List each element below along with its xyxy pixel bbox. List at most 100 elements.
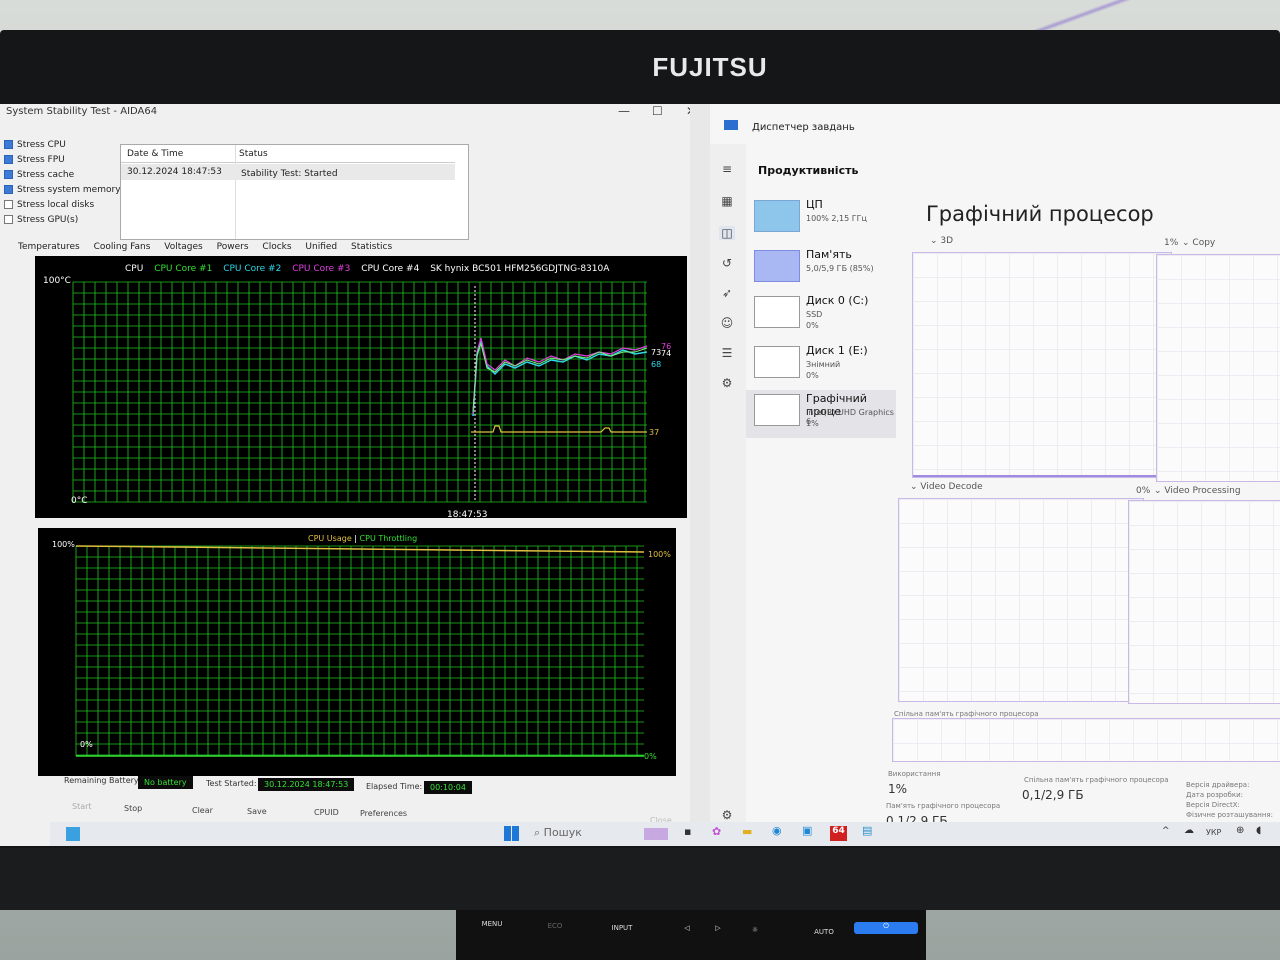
services-icon[interactable]: ⚙ — [719, 376, 735, 390]
memory-thumbnail — [754, 250, 800, 282]
cpu-usage-graph: CPU Usage | CPU Throttling 100% 0% 100% … — [38, 528, 676, 776]
perf-item-sub: SSD — [806, 310, 823, 319]
startup-apps-icon[interactable]: ➶ — [719, 286, 735, 300]
hw-right-button[interactable]: ▷ — [708, 924, 728, 932]
monitor-hw-buttons: MENU ECO INPUT ◁ ▷ ☼ AUTO ⏻ — [458, 914, 918, 938]
tray-chevron-icon[interactable]: ^ — [1162, 826, 1170, 836]
engine-vdecode-selector[interactable]: ⌄ Video Decode — [910, 482, 983, 492]
task-view-icon[interactable]: ▪ — [684, 825, 691, 838]
performance-icon[interactable]: ◫ — [719, 226, 735, 240]
hw-power-button[interactable]: ⏻ — [854, 922, 918, 934]
graph-copy — [1156, 254, 1280, 482]
engine-vproc-label: Video Processing — [1164, 486, 1241, 496]
usage-value: 1% — [888, 782, 908, 796]
hw-brightness-button[interactable]: ☼ — [740, 926, 770, 934]
temperature-graph-svg — [72, 281, 648, 503]
clear-button[interactable]: Clear — [192, 806, 213, 815]
start-windows-icon[interactable] — [504, 826, 519, 841]
perf-item-cpu[interactable]: ЦП 100% 2,15 ГГц — [746, 196, 896, 244]
usage-legend: CPU Usage | CPU Throttling — [308, 534, 417, 543]
edge-browser-icon[interactable]: ◉ — [772, 824, 782, 837]
stress-cpu-checkbox[interactable]: Stress CPU — [4, 140, 121, 150]
status-table: Date & Time Status 30.12.2024 18:47:53 S… — [120, 144, 469, 240]
tab-statistics[interactable]: Statistics — [351, 242, 392, 252]
legend-core3[interactable]: CPU Core #3 — [292, 264, 350, 274]
stress-gpu-label: Stress GPU(s) — [17, 215, 79, 225]
preferences-button[interactable]: Preferences — [360, 809, 407, 818]
engine-3d-selector[interactable]: ⌄ 3D — [930, 236, 953, 246]
temperature-graph: CPU CPU Core #1 CPU Core #2 CPU Core #3 … — [35, 256, 687, 520]
settings-gear-icon[interactable]: ⚙ — [719, 808, 735, 822]
engine-3d-label: 3D — [940, 236, 954, 246]
task-manager-taskbar-icon[interactable]: ▤ — [862, 824, 872, 837]
speaker-icon[interactable]: ◖ — [1256, 825, 1261, 836]
hw-input-button[interactable]: INPUT — [602, 924, 642, 932]
location-label: Фізичне розташування: — [1186, 811, 1273, 819]
shared-memory-label-2: Спільна пам'ять графічного процесора — [1024, 776, 1169, 784]
shared-memory-value: 0,1/2,9 ГБ — [1022, 788, 1084, 802]
tab-clocks[interactable]: Clocks — [262, 242, 291, 252]
graph-tabs: Temperatures Cooling Fans Voltages Power… — [18, 242, 403, 252]
stress-memory-checkbox[interactable]: Stress system memory — [4, 185, 121, 195]
stop-button[interactable]: Stop — [124, 804, 142, 813]
hw-auto-button[interactable]: AUTO — [804, 928, 844, 936]
stress-disks-checkbox[interactable]: Stress local disks — [4, 200, 121, 210]
aida64-taskbar-icon[interactable]: 64 — [830, 826, 847, 841]
engine-copy-selector[interactable]: ⌄ Copy — [1182, 238, 1215, 248]
perf-item-disk0[interactable]: Диск 0 (C:) SSD 0% — [746, 292, 896, 340]
tab-cooling-fans[interactable]: Cooling Fans — [94, 242, 151, 252]
hw-left-button[interactable]: ◁ — [672, 924, 702, 932]
engine-vproc-selector[interactable]: ⌄ Video Processing — [1154, 486, 1241, 496]
graph-video-processing — [1128, 500, 1280, 704]
minimize-button[interactable]: — — [618, 104, 630, 118]
taskbar-search[interactable]: ⌕ Пошук — [534, 826, 582, 840]
legend-cpu-throttling[interactable]: CPU Throttling — [360, 534, 418, 543]
legend-core2[interactable]: CPU Core #2 — [223, 264, 281, 274]
driver-version-label: Версія драйвера: — [1186, 781, 1250, 789]
perf-item-name: ЦП — [806, 198, 823, 211]
perf-item-name: Диск 1 (E:) — [806, 344, 868, 357]
save-button[interactable]: Save — [247, 807, 267, 816]
tab-voltages[interactable]: Voltages — [164, 242, 202, 252]
hw-menu-button[interactable]: MENU — [472, 920, 512, 928]
hamburger-menu-icon[interactable]: ≡ — [719, 162, 735, 176]
users-icon[interactable]: ☺ — [719, 316, 735, 330]
tab-powers[interactable]: Powers — [217, 242, 249, 252]
section-title: Продуктивність — [758, 164, 859, 177]
stress-gpu-checkbox[interactable]: Stress GPU(s) — [4, 215, 121, 225]
taskbar-widget-icon[interactable] — [644, 828, 668, 840]
legend-cpu-usage[interactable]: CPU Usage — [308, 534, 352, 543]
taskmgr-title: Диспетчер завдань — [752, 122, 855, 133]
perf-item-gpu[interactable]: Графічний проце Intel(R) UHD Graphics 6 … — [746, 390, 896, 438]
hw-eco-button[interactable]: ECO — [540, 922, 570, 930]
test-started-label: Test Started: — [206, 779, 257, 788]
perf-item-sub: Знімний — [806, 360, 841, 369]
network-icon[interactable]: ☁ — [1184, 825, 1194, 836]
perf-item-memory[interactable]: Пам'ять 5,0/5,9 ГБ (85%) — [746, 246, 896, 294]
legend-core4[interactable]: CPU Core #4 — [361, 264, 419, 274]
tab-unified[interactable]: Unified — [305, 242, 337, 252]
processes-icon[interactable]: ▦ — [719, 194, 735, 208]
cpuid-button[interactable]: CPUID — [314, 808, 339, 817]
perf-item-disk1[interactable]: Диск 1 (E:) Знімний 0% — [746, 342, 896, 390]
language-indicator[interactable]: УКР — [1206, 828, 1221, 837]
monitor-screen: System Stability Test - AIDA64 — ☐ ✕ Str… — [0, 104, 1280, 846]
stress-cache-checkbox[interactable]: Stress cache — [4, 170, 121, 180]
tab-temperatures[interactable]: Temperatures — [18, 242, 80, 252]
taskmgr-nav-rail: ≡ ▦ ◫ ↺ ➶ ☺ ☰ ⚙ ⚙ — [710, 144, 746, 844]
legend-cpu[interactable]: CPU — [125, 264, 143, 274]
file-explorer-icon[interactable]: ▬ — [742, 825, 752, 838]
start-button[interactable]: Start — [72, 802, 92, 811]
details-icon[interactable]: ☰ — [719, 346, 735, 360]
globe-icon[interactable]: ⊕ — [1236, 825, 1244, 836]
remaining-battery-label: Remaining Battery: — [64, 776, 141, 785]
app-history-icon[interactable]: ↺ — [719, 256, 735, 270]
legend-core1[interactable]: CPU Core #1 — [154, 264, 212, 274]
taskbar-search-label: Пошук — [543, 826, 582, 839]
stress-fpu-checkbox[interactable]: Stress FPU — [4, 155, 121, 165]
store-icon[interactable]: ▣ — [802, 824, 812, 837]
legend-ssd[interactable]: SK hynix BC501 HFM256GDJTNG-8310A — [430, 264, 609, 274]
widgets-icon[interactable] — [66, 827, 80, 841]
maximize-button[interactable]: ☐ — [652, 104, 663, 118]
copilot-icon[interactable]: ✿ — [712, 825, 721, 838]
